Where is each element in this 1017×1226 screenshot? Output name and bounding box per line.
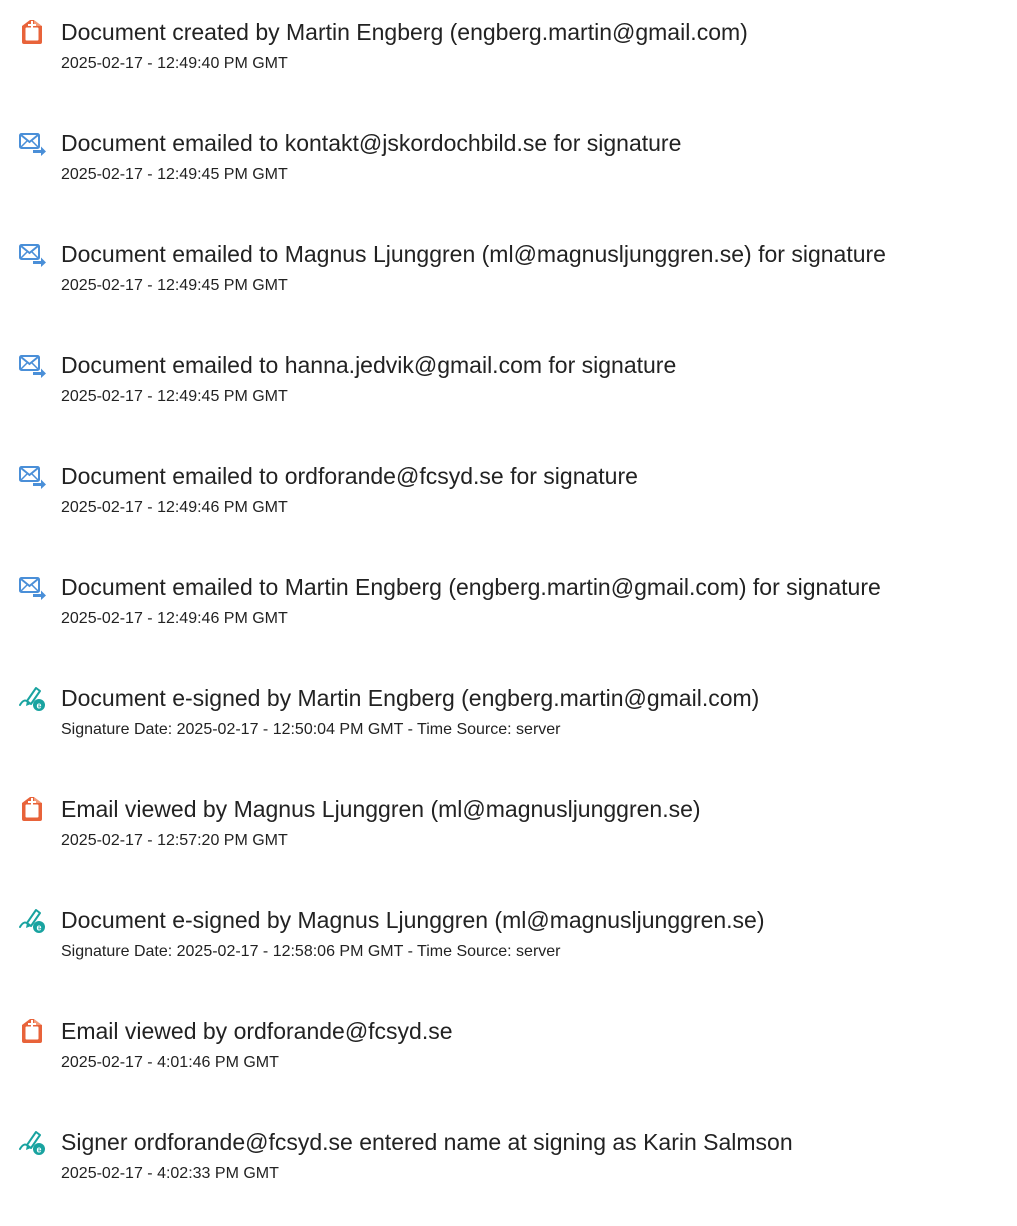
event-timestamp: 2025-02-17 - 4:02:33 PM GMT [61,1165,279,1182]
event-title: Document created by Martin Engberg (engb… [61,19,748,45]
event-timestamp: 2025-02-17 - 12:49:40 PM GMT [61,55,288,72]
event-timestamp: 2025-02-17 - 12:49:46 PM GMT [61,499,288,516]
event-title: Document e-signed by Martin Engberg (eng… [61,685,760,711]
event-title: Document emailed to hanna.jedvik@gmail.c… [61,352,677,378]
email-sent-icon [18,129,46,157]
event-timestamp: Signature Date: 2025-02-17 - 12:58:06 PM… [61,943,561,960]
audit-event: e Document e-signed by Martin Engberg (e… [0,684,1017,764]
audit-event: e Signer ordforande@fcsyd.se entered nam… [0,1128,1017,1208]
audit-event: Document emailed to Martin Engberg (engb… [0,573,1017,653]
audit-event: Document created by Martin Engberg (engb… [0,18,1017,98]
event-title: Document e-signed by Magnus Ljunggren (m… [61,907,765,933]
event-timestamp: 2025-02-17 - 12:49:45 PM GMT [61,388,288,405]
event-timestamp: 2025-02-17 - 12:57:20 PM GMT [61,832,288,849]
audit-event: e Document e-signed by Magnus Ljunggren … [0,906,1017,986]
document-viewed-icon [18,1017,46,1045]
audit-event: Email viewed by ordforande@fcsyd.se 2025… [0,1017,1017,1097]
e-sign-pen-icon: e [18,684,46,712]
event-title: Document emailed to Magnus Ljunggren (ml… [61,241,886,267]
event-timestamp: 2025-02-17 - 12:49:46 PM GMT [61,610,288,627]
audit-event: Email viewed by Magnus Ljunggren (ml@mag… [0,795,1017,875]
event-title: Signer ordforande@fcsyd.se entered name … [61,1129,793,1155]
email-sent-icon [18,462,46,490]
event-title: Document emailed to kontakt@jskordochbil… [61,130,682,156]
svg-text:e: e [36,923,41,933]
event-title: Email viewed by Magnus Ljunggren (ml@mag… [61,796,701,822]
event-title: Document emailed to Martin Engberg (engb… [61,574,881,600]
event-timestamp: Signature Date: 2025-02-17 - 12:50:04 PM… [61,721,561,738]
audit-event: Document emailed to kontakt@jskordochbil… [0,129,1017,209]
svg-text:e: e [36,1145,41,1155]
email-sent-icon [18,573,46,601]
event-title: Email viewed by ordforande@fcsyd.se [61,1018,453,1044]
e-sign-pen-icon: e [18,906,46,934]
event-timestamp: 2025-02-17 - 12:49:45 PM GMT [61,277,288,294]
audit-event: Document emailed to hanna.jedvik@gmail.c… [0,351,1017,431]
event-title: Document emailed to ordforande@fcsyd.se … [61,463,638,489]
audit-event: Document emailed to ordforande@fcsyd.se … [0,462,1017,542]
e-sign-pen-icon: e [18,1128,46,1156]
event-timestamp: 2025-02-17 - 12:49:45 PM GMT [61,166,288,183]
email-sent-icon [18,240,46,268]
email-sent-icon [18,351,46,379]
document-created-icon [18,18,46,46]
svg-text:e: e [36,701,41,711]
event-timestamp: 2025-02-17 - 4:01:46 PM GMT [61,1054,279,1071]
audit-event: Document emailed to Magnus Ljunggren (ml… [0,240,1017,320]
document-viewed-icon [18,795,46,823]
